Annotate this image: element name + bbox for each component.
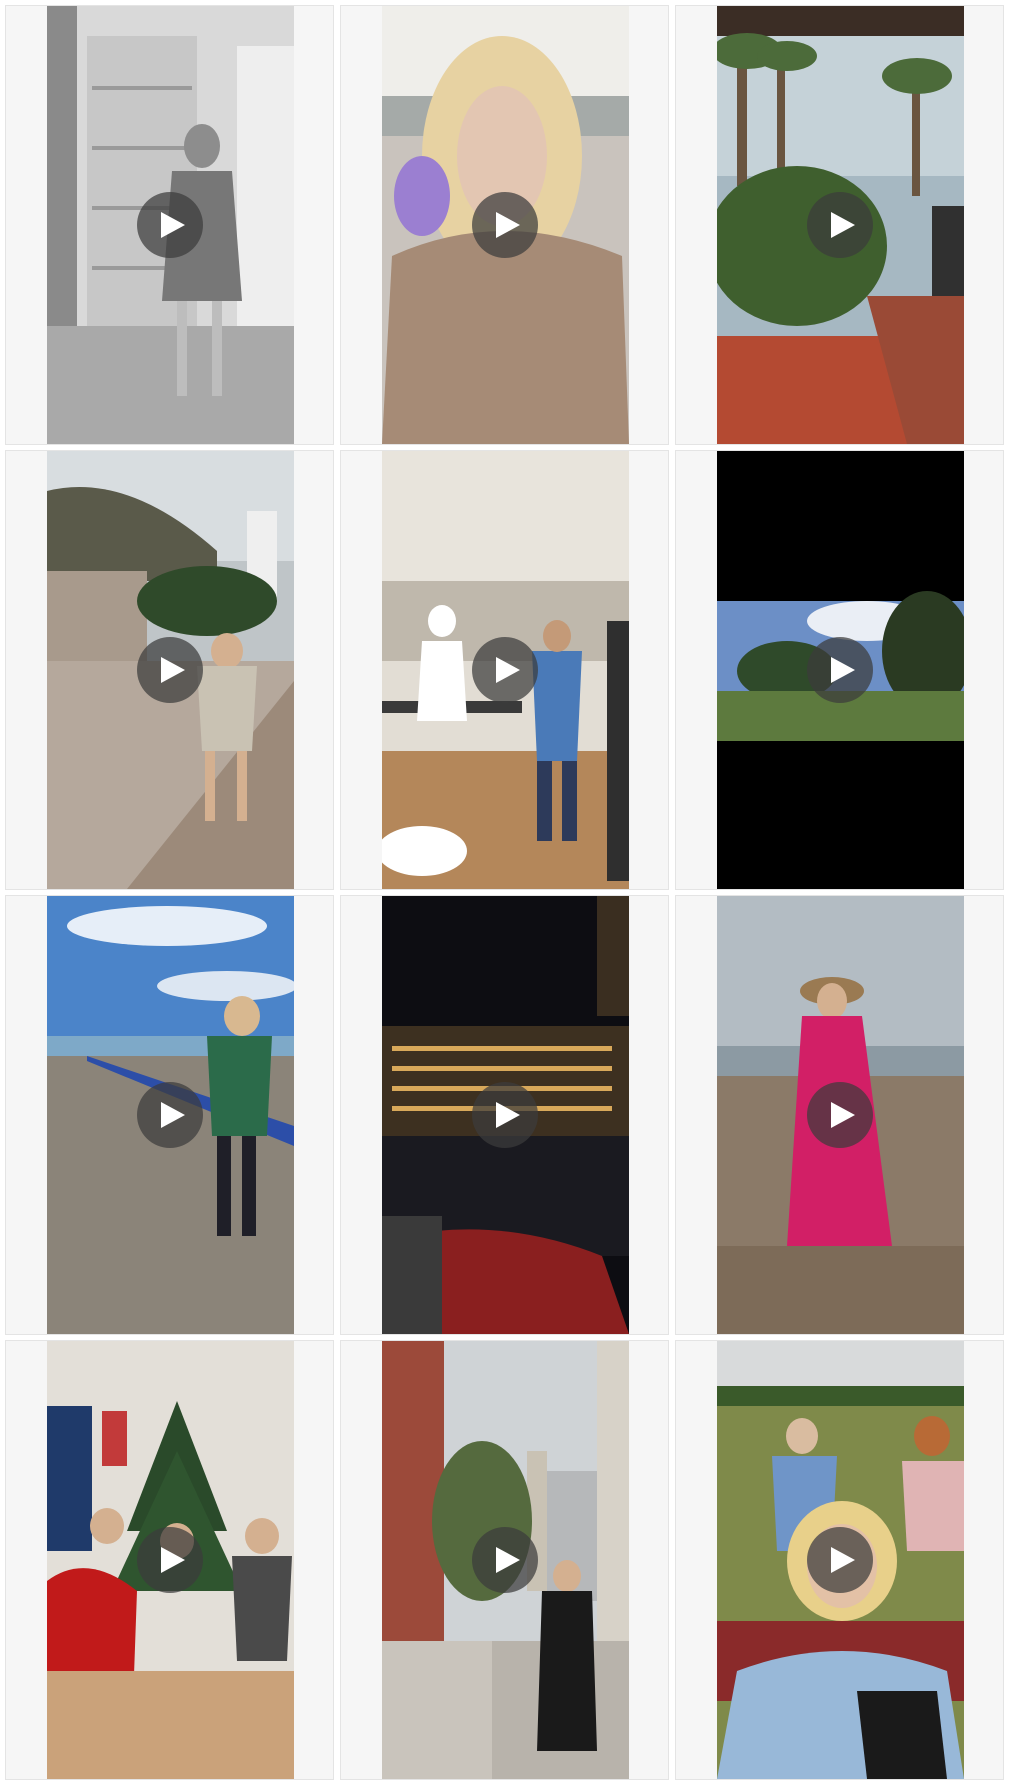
video-tile[interactable] — [5, 1340, 334, 1780]
video-tile[interactable] — [675, 5, 1004, 445]
play-icon — [161, 1547, 185, 1573]
play-button[interactable] — [471, 1527, 538, 1593]
video-tile[interactable] — [5, 5, 334, 445]
play-button[interactable] — [806, 1527, 873, 1593]
play-icon — [161, 1102, 185, 1128]
play-button[interactable] — [136, 1527, 203, 1593]
play-button[interactable] — [471, 192, 538, 258]
video-grid — [0, 0, 1010, 1785]
video-tile[interactable] — [675, 895, 1004, 1335]
play-button[interactable] — [471, 1082, 538, 1148]
play-button[interactable] — [471, 637, 538, 703]
video-tile[interactable] — [675, 450, 1004, 890]
play-icon — [831, 1547, 855, 1573]
play-icon — [831, 657, 855, 683]
play-icon — [831, 212, 855, 238]
video-tile[interactable] — [340, 5, 669, 445]
play-icon — [496, 1547, 520, 1573]
play-icon — [161, 212, 185, 238]
play-icon — [161, 657, 185, 683]
play-button[interactable] — [806, 637, 873, 703]
video-tile[interactable] — [5, 450, 334, 890]
video-tile[interactable] — [340, 895, 669, 1335]
video-tile[interactable] — [340, 450, 669, 890]
play-button[interactable] — [136, 192, 203, 258]
play-button[interactable] — [136, 1082, 203, 1148]
video-tile[interactable] — [675, 1340, 1004, 1780]
play-icon — [496, 212, 520, 238]
play-button[interactable] — [806, 192, 873, 258]
play-button[interactable] — [136, 637, 203, 703]
video-tile[interactable] — [340, 1340, 669, 1780]
play-icon — [831, 1102, 855, 1128]
video-tile[interactable] — [5, 895, 334, 1335]
play-button[interactable] — [806, 1082, 873, 1148]
play-icon — [496, 1102, 520, 1128]
play-icon — [496, 657, 520, 683]
